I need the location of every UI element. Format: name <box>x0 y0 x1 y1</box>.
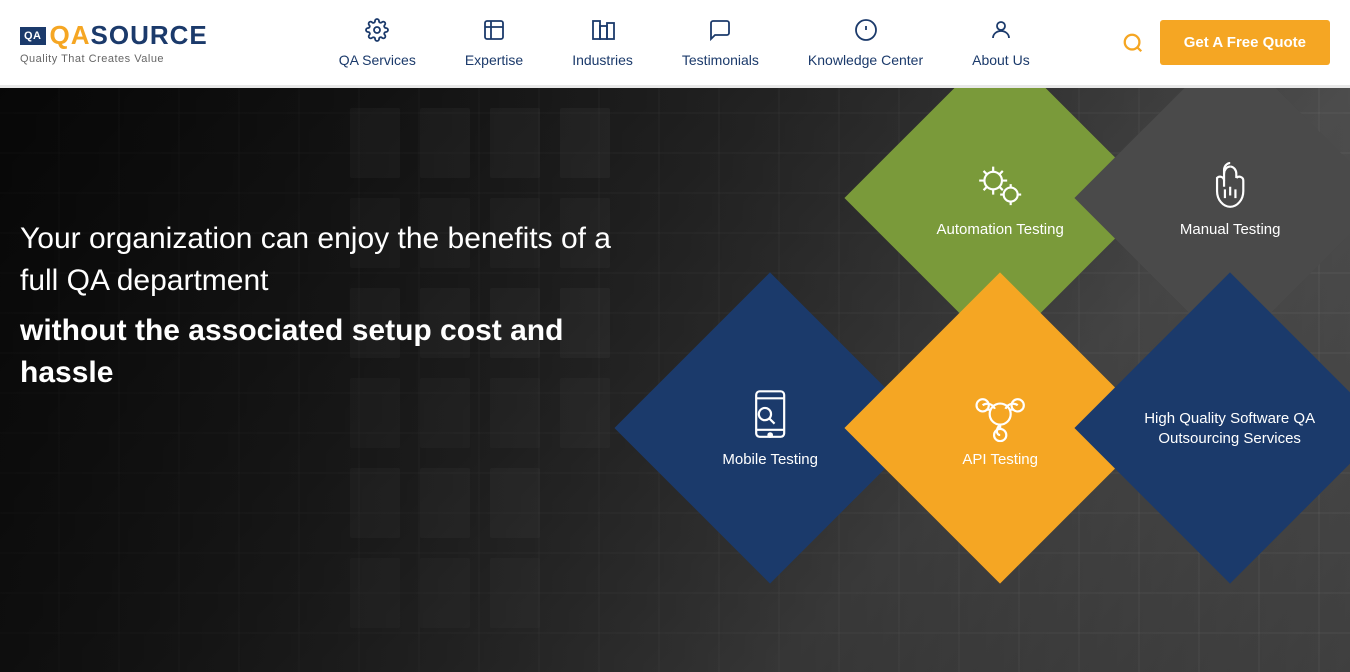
mobile-label: Mobile Testing <box>722 450 818 470</box>
hero-text-block: Your organization can enjoy the benefits… <box>20 218 640 394</box>
nav-label-knowledge-center: Knowledge Center <box>808 52 923 68</box>
nav-item-qa-services[interactable]: QA Services <box>315 18 441 68</box>
nav-label-qa-services: QA Services <box>339 52 416 68</box>
nav-label-expertise: Expertise <box>465 52 523 68</box>
nav-item-industries[interactable]: Industries <box>548 18 658 68</box>
knowledge-center-icon <box>854 18 878 48</box>
testimonials-icon <box>708 18 732 48</box>
nav-label-industries: Industries <box>572 52 633 68</box>
about-us-icon <box>989 18 1013 48</box>
hq-label: High Quality Software QA Outsourcing Ser… <box>1140 409 1320 448</box>
hero-headline-light: Your organization can enjoy the benefits… <box>20 218 640 302</box>
industries-icon <box>591 18 615 48</box>
logo-box: QA <box>20 27 46 45</box>
nav-item-testimonials[interactable]: Testimonials <box>658 18 784 68</box>
nav-label-about-us: About Us <box>972 52 1030 68</box>
hero-section: Your organization can enjoy the benefits… <box>0 88 1350 672</box>
nav-actions: Get A Free Quote <box>1122 20 1330 65</box>
nav-item-knowledge-center[interactable]: Knowledge Center <box>784 18 948 68</box>
get-quote-button[interactable]: Get A Free Quote <box>1160 20 1330 65</box>
api-label: API Testing <box>962 450 1038 470</box>
automation-label: Automation Testing <box>936 220 1063 240</box>
nav-item-about-us[interactable]: About Us <box>948 18 1055 68</box>
manual-label: Manual Testing <box>1180 220 1281 240</box>
logo-text: QASOURCE <box>50 20 208 51</box>
nav-label-testimonials: Testimonials <box>682 52 759 68</box>
diamond-grid: Automation Testing Manual Testing <box>680 88 1350 672</box>
hero-headline-bold: without the associated setup cost and ha… <box>20 310 640 394</box>
qa-services-icon <box>365 18 389 48</box>
diamond-hq[interactable]: High Quality Software QA Outsourcing Ser… <box>1074 272 1350 583</box>
nav-menu: QA Services Expertise Industries <box>248 18 1122 68</box>
logo[interactable]: QA QASOURCE Quality That Creates Value <box>20 20 208 65</box>
navbar: QA QASOURCE Quality That Creates Value Q… <box>0 0 1350 88</box>
expertise-icon <box>482 18 506 48</box>
search-button[interactable] <box>1122 32 1144 54</box>
nav-item-expertise[interactable]: Expertise <box>441 18 548 68</box>
logo-subtitle: Quality That Creates Value <box>20 53 208 65</box>
